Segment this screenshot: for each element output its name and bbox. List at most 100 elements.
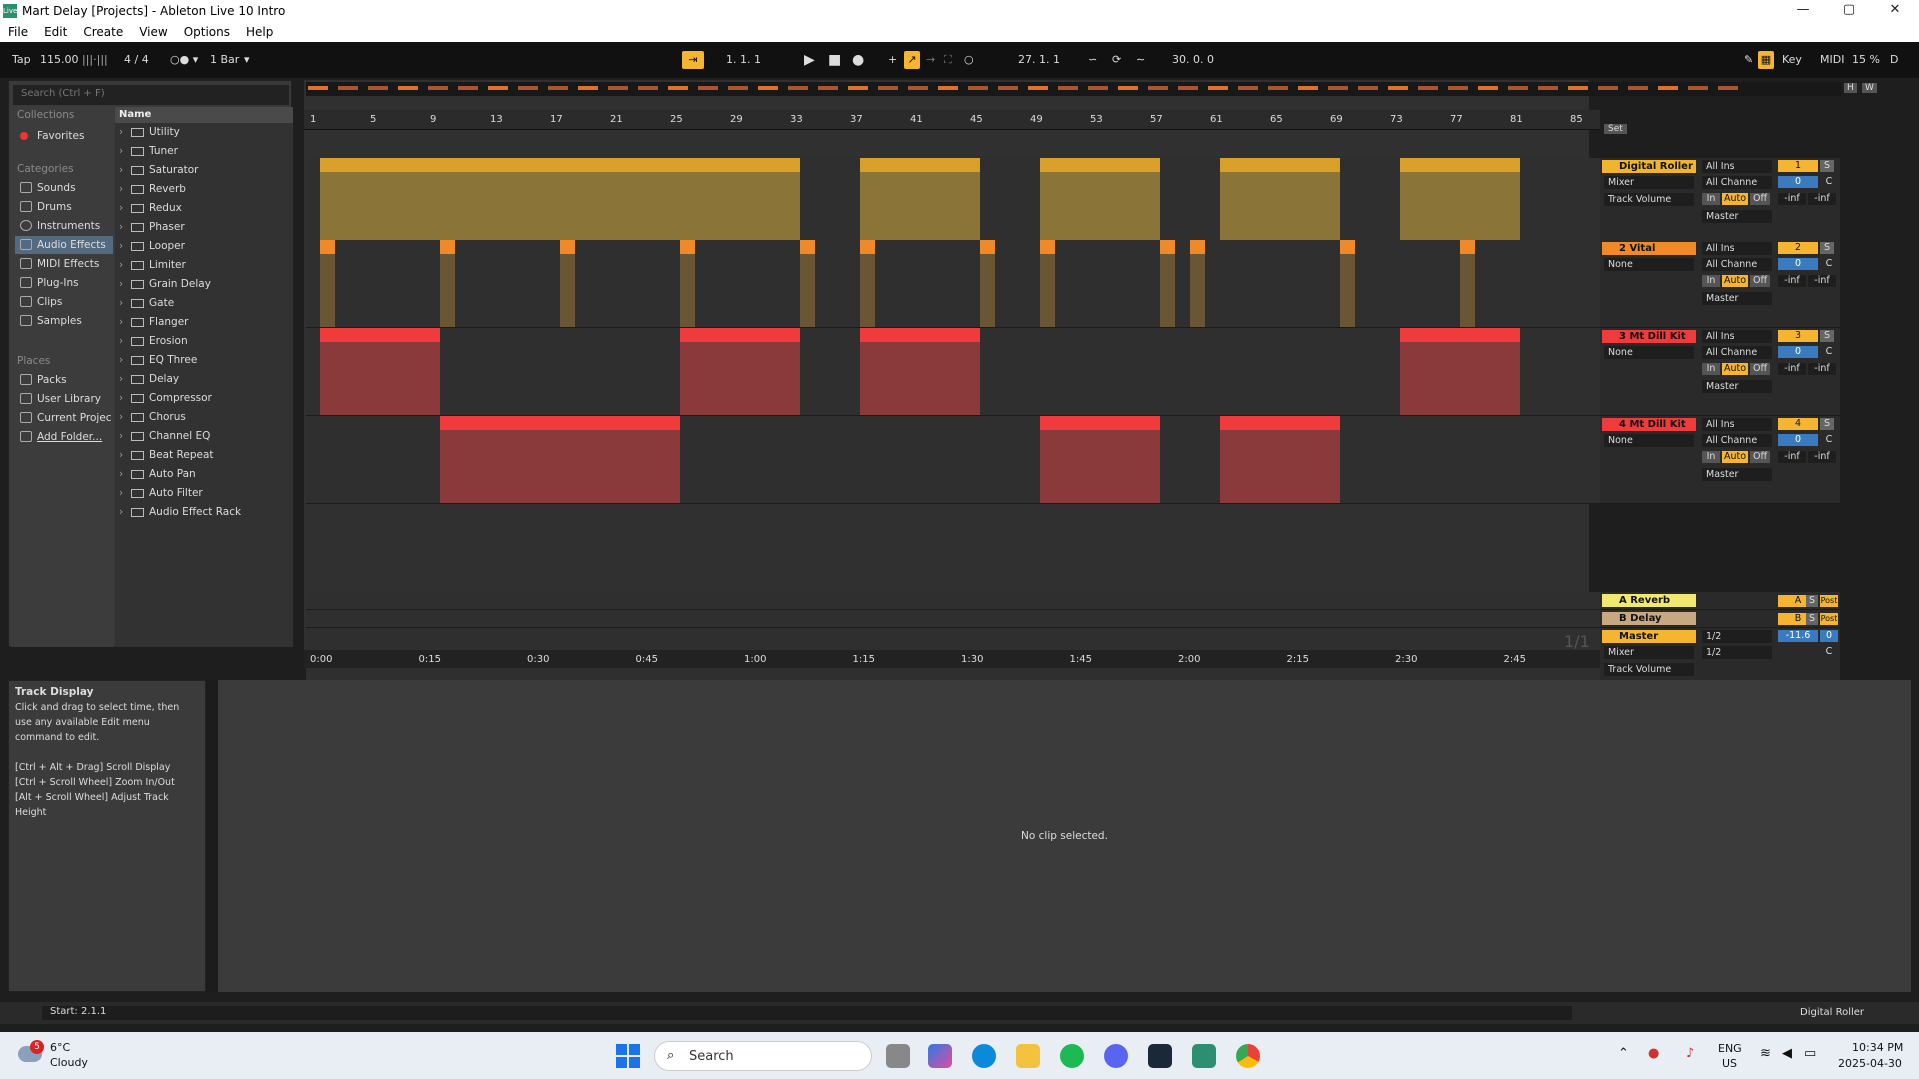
monitor-off[interactable]: Off — [1750, 451, 1770, 463]
clip[interactable] — [1400, 158, 1520, 245]
browser-item[interactable]: Erosion — [115, 332, 293, 351]
clip[interactable] — [1190, 240, 1205, 327]
browser-item[interactable]: Flanger — [115, 313, 293, 332]
minimize-button[interactable]: — — [1786, 2, 1820, 20]
time-signature[interactable]: 4 / 4 — [124, 51, 149, 69]
output-select[interactable]: Master — [1702, 468, 1772, 481]
return-track-header[interactable]: A Reverb A S Post — [1600, 592, 1840, 610]
post-button[interactable]: Post — [1820, 613, 1838, 625]
ableton-live-icon[interactable] — [1192, 1044, 1216, 1068]
output-select[interactable]: Master — [1702, 210, 1772, 223]
volume-field[interactable]: 0 — [1778, 258, 1818, 270]
input-select[interactable]: All Ins — [1702, 160, 1772, 173]
sidebar-item-plug-ins[interactable]: Plug-Ins — [15, 274, 113, 292]
clip[interactable] — [1220, 416, 1340, 503]
clip[interactable] — [1400, 328, 1520, 415]
file-explorer-icon[interactable] — [1016, 1044, 1040, 1068]
track-number[interactable]: 3 — [1778, 330, 1818, 342]
clip[interactable] — [1160, 240, 1175, 327]
master-volume[interactable]: -11.6 — [1778, 630, 1818, 642]
region-code[interactable]: US — [1722, 1057, 1737, 1070]
name-column-header[interactable]: Name — [115, 107, 293, 123]
browser-item[interactable]: Compressor — [115, 389, 293, 408]
automation-arm-icon[interactable]: ↗ — [904, 51, 920, 69]
w-button[interactable]: W — [1862, 83, 1877, 93]
follow-button[interactable]: ⇥ — [682, 51, 704, 69]
browser-item[interactable]: Saturator — [115, 161, 293, 180]
browser-item[interactable]: Auto Filter — [115, 484, 293, 503]
clip-view[interactable]: No clip selected. — [218, 680, 1911, 992]
channel-select[interactable]: None — [1604, 346, 1694, 359]
browser-item[interactable]: Beat Repeat — [115, 446, 293, 465]
language-code[interactable]: ENG — [1718, 1042, 1742, 1055]
clip[interactable] — [440, 416, 680, 503]
input-select[interactable]: All Ins — [1702, 418, 1772, 431]
track-name[interactable]: 3 Mt Dill Kit — [1602, 330, 1696, 343]
clip[interactable] — [860, 158, 980, 245]
discord-icon[interactable] — [1104, 1044, 1128, 1068]
clip[interactable] — [1220, 158, 1340, 245]
capture-icon[interactable]: ⛶ — [944, 51, 952, 69]
sidebar-item-sounds[interactable]: Sounds — [15, 179, 113, 197]
input-channel-select[interactable]: All Channe — [1702, 434, 1772, 447]
taskbar-search[interactable]: ⌕ Search — [654, 1041, 872, 1071]
input-channel-select[interactable]: All Channe — [1702, 176, 1772, 189]
punch-in-icon[interactable]: ∽ — [1088, 51, 1097, 69]
metronome-icon[interactable]: |||·||| — [82, 51, 108, 69]
output-select[interactable]: Master — [1702, 380, 1772, 393]
steam-icon[interactable] — [1148, 1044, 1172, 1068]
volume-field[interactable]: 0 — [1778, 434, 1818, 446]
clip[interactable] — [1340, 240, 1355, 327]
sidebar-item-current-project[interactable]: Current Projec — [15, 409, 113, 427]
master-name[interactable]: Master — [1602, 630, 1696, 643]
edge-icon[interactable] — [972, 1044, 996, 1068]
return-track-name[interactable]: B Delay — [1602, 612, 1696, 625]
monitor-auto[interactable]: Auto — [1722, 451, 1748, 463]
browser-item[interactable]: Limiter — [115, 256, 293, 275]
sidebar-item-samples[interactable]: Samples — [15, 312, 113, 330]
browser-item[interactable]: Tuner — [115, 142, 293, 161]
clip[interactable] — [440, 240, 455, 327]
cue-ratio[interactable]: 1/2 — [1702, 630, 1772, 643]
clip[interactable] — [1460, 240, 1475, 327]
monitor-off[interactable]: Off — [1750, 363, 1770, 375]
pan-field[interactable]: C — [1820, 346, 1838, 358]
browser-item[interactable]: Redux — [115, 199, 293, 218]
monitor-in[interactable]: In — [1702, 363, 1720, 375]
clock-date[interactable]: 2025-04-30 — [1838, 1057, 1902, 1070]
monitor-auto[interactable]: Auto — [1722, 363, 1748, 375]
track-header[interactable]: 4 Mt Dill Kit None All Ins All Channe In Auto… — [1600, 416, 1840, 504]
clip[interactable] — [680, 240, 695, 327]
sidebar-item-audio-effects[interactable]: Audio Effects — [15, 236, 113, 254]
browser-item[interactable]: Delay — [115, 370, 293, 389]
menu-edit[interactable]: Edit — [44, 25, 67, 39]
solo-button[interactable]: S — [1820, 330, 1834, 342]
menu-options[interactable]: Options — [184, 25, 230, 39]
menu-help[interactable]: Help — [246, 25, 273, 39]
sidebar-item-clips[interactable]: Clips — [15, 293, 113, 311]
input-select[interactable]: All Ins — [1702, 330, 1772, 343]
solo-button[interactable]: S — [1806, 613, 1818, 625]
record-icon[interactable]: ● — [852, 51, 864, 69]
clock-time[interactable]: 10:34 PM — [1852, 1041, 1903, 1054]
menu-create[interactable]: Create — [83, 25, 123, 39]
browser-item[interactable]: Auto Pan — [115, 465, 293, 484]
browser-item[interactable]: Utility — [115, 123, 293, 142]
sidebar-item-favorites[interactable]: Favorites — [15, 127, 113, 145]
set-button[interactable]: Set — [1604, 124, 1627, 134]
clip[interactable] — [560, 240, 575, 327]
track-name[interactable]: 2 Vital — [1602, 242, 1696, 255]
master-pan-value[interactable]: 0 — [1820, 630, 1838, 642]
track-lane[interactable] — [306, 240, 1600, 328]
track-lane[interactable] — [306, 592, 1600, 610]
clip[interactable] — [320, 328, 440, 415]
clip[interactable] — [980, 240, 995, 327]
input-channel-select[interactable]: All Channe — [1702, 258, 1772, 271]
midi-map-button[interactable]: MIDI — [1820, 51, 1844, 69]
copilot-icon[interactable] — [928, 1044, 952, 1068]
spotify-icon[interactable] — [1060, 1044, 1084, 1068]
track-number[interactable]: 4 — [1778, 418, 1818, 430]
draw-mode-icon[interactable]: ✎ — [1744, 51, 1753, 69]
browser-item[interactable]: Looper — [115, 237, 293, 256]
loop-start[interactable]: 27. 1. 1 — [1018, 51, 1060, 69]
